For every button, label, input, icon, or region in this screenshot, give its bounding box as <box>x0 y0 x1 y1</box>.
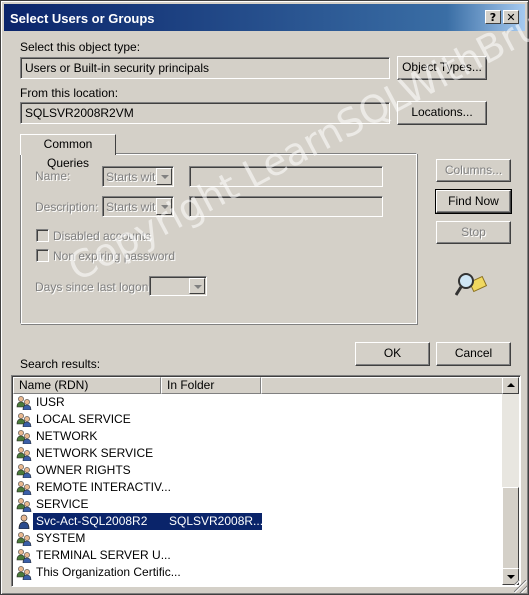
chevron-down-icon <box>189 278 205 294</box>
non-expiring-checkbox[interactable] <box>36 249 49 262</box>
row-name: NETWORK SERVICE <box>36 446 154 460</box>
column-header-name[interactable]: Name (RDN) <box>13 377 161 394</box>
table-row[interactable]: LOCAL SERVICE <box>15 411 502 428</box>
column-header-folder[interactable]: In Folder <box>161 377 261 394</box>
disabled-accounts-checkbox[interactable] <box>36 229 49 242</box>
row-name: LOCAL SERVICE <box>36 412 131 426</box>
row-name: NETWORK <box>36 429 98 443</box>
tab-common-queries[interactable]: Common Queries <box>20 134 116 170</box>
chevron-down-icon <box>156 168 172 185</box>
locations-button[interactable]: Locations... <box>397 101 487 125</box>
table-row[interactable]: SERVICE <box>15 496 502 513</box>
group-icon <box>16 566 32 580</box>
table-row[interactable]: OWNER RIGHTS <box>15 462 502 479</box>
group-icon <box>16 413 32 427</box>
row-name: OWNER RIGHTS <box>36 463 131 477</box>
close-button[interactable]: ✕ <box>503 10 519 24</box>
group-icon <box>16 464 32 478</box>
description-mode-value: Starts with <box>106 200 163 214</box>
scroll-up-button[interactable] <box>502 377 519 394</box>
table-row[interactable]: SYSTEM <box>15 530 502 547</box>
search-results-label: Search results: <box>20 357 101 371</box>
disabled-accounts-label: Disabled accounts <box>53 229 152 243</box>
row-name: This Organization Certific... <box>36 565 181 579</box>
object-types-button[interactable]: Object Types... <box>397 56 487 80</box>
row-name: IUSR <box>36 395 65 409</box>
object-type-label: Select this object type: <box>20 40 141 54</box>
columns-button[interactable]: Columns... <box>436 159 511 182</box>
group-icon <box>16 430 32 444</box>
resize-grip[interactable] <box>514 580 527 593</box>
search-results-list[interactable]: Name (RDN) In Folder IUSR LOCAL SERVICE NE… <box>11 375 521 587</box>
name-input[interactable] <box>189 166 383 187</box>
row-name: SYSTEM <box>36 531 86 545</box>
location-field: SQLSVR2008R2VM <box>20 102 390 124</box>
table-row[interactable]: TERMINAL SERVER U... <box>15 547 502 564</box>
description-label: Description: <box>35 200 99 214</box>
row-name: SERVICE <box>36 497 89 511</box>
find-now-button[interactable]: Find Now <box>435 189 512 214</box>
name-mode-value: Starts with <box>106 170 163 184</box>
location-value: SQLSVR2008R2VM <box>25 106 134 120</box>
table-row[interactable]: REMOTE INTERACTIV... <box>15 479 502 496</box>
days-label: Days since last logon: <box>35 280 152 294</box>
table-row[interactable]: NETWORK <box>15 428 502 445</box>
user-icon <box>18 514 30 529</box>
description-input[interactable] <box>189 196 383 217</box>
description-mode-select[interactable]: Starts with <box>102 196 174 217</box>
help-button[interactable]: ? <box>485 10 501 24</box>
non-expiring-label: Non expiring password <box>53 249 176 263</box>
group-icon <box>16 498 32 512</box>
results-rows: IUSR LOCAL SERVICE NETWORK NETWORK SERVICE O… <box>15 394 502 581</box>
vertical-scrollbar[interactable] <box>502 377 519 585</box>
table-row[interactable]: NETWORK SERVICE <box>15 445 502 462</box>
cancel-button[interactable]: Cancel <box>436 342 511 366</box>
scroll-thumb[interactable] <box>502 487 519 570</box>
row-name: Svc-Act-SQL2008R2 <box>36 514 148 528</box>
select-users-dialog: Select Users or Groups ? ✕ Select this o… <box>0 0 529 595</box>
group-icon <box>16 447 32 461</box>
column-header-filler <box>261 377 503 394</box>
row-name: REMOTE INTERACTIV... <box>36 480 171 494</box>
stop-button[interactable]: Stop <box>436 221 511 244</box>
group-icon <box>16 532 32 546</box>
table-row[interactable]: This Organization Certific... <box>15 564 502 581</box>
group-icon <box>16 481 32 495</box>
object-type-value: Users or Built-in security principals <box>25 61 210 75</box>
row-name: TERMINAL SERVER U... <box>36 548 171 562</box>
window-title: Select Users or Groups <box>10 11 155 26</box>
chevron-down-icon <box>156 198 172 215</box>
name-mode-select[interactable]: Starts with <box>102 166 174 187</box>
table-row[interactable]: Svc-Act-SQL2008R2 SQLSVR2008R... <box>15 513 502 530</box>
search-animation-icon <box>455 273 488 296</box>
group-icon <box>16 396 32 410</box>
row-folder: SQLSVR2008R... <box>169 514 264 528</box>
title-bar[interactable]: Select Users or Groups ? ✕ <box>4 4 525 31</box>
days-select[interactable] <box>149 276 207 296</box>
ok-button[interactable]: OK <box>355 342 430 366</box>
location-label: From this location: <box>20 86 119 100</box>
group-icon <box>16 549 32 563</box>
table-row[interactable]: IUSR <box>15 394 502 411</box>
object-type-field: Users or Built-in security principals <box>20 57 390 79</box>
